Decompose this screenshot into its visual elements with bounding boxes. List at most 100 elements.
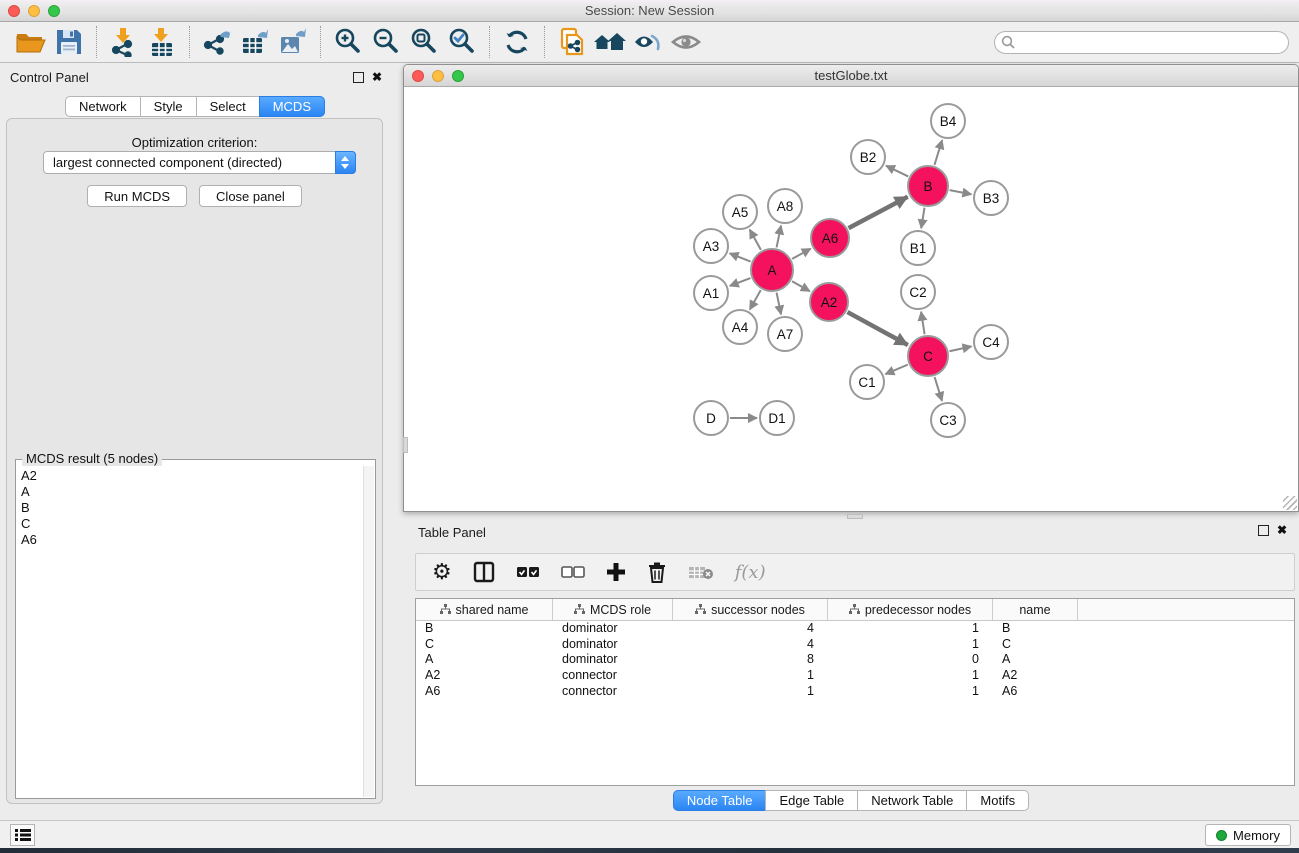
graph-node-B[interactable]: B — [908, 166, 948, 206]
column-header-shared-name[interactable]: shared name — [416, 599, 553, 620]
mcds-result-item[interactable]: B — [21, 500, 363, 516]
hide-panels-button[interactable] — [629, 25, 667, 59]
tab-edge-table[interactable]: Edge Table — [765, 790, 858, 811]
column-header-mcds-role[interactable]: MCDS role — [553, 599, 673, 620]
zoom-fit-button[interactable] — [405, 25, 443, 59]
graph-node-B4[interactable]: B4 — [931, 104, 965, 138]
export-image-icon — [278, 27, 308, 57]
table-cell: connector — [553, 668, 673, 684]
memory-button[interactable]: Memory — [1205, 824, 1291, 846]
graph-node-C4[interactable]: C4 — [974, 325, 1008, 359]
tab-mcds[interactable]: MCDS — [259, 96, 325, 117]
export-image-button[interactable] — [274, 25, 312, 59]
column-header-predecessor-nodes[interactable]: predecessor nodes — [828, 599, 993, 620]
tab-network-table[interactable]: Network Table — [857, 790, 967, 811]
open-folder-icon — [15, 28, 47, 56]
delete-column-button[interactable] — [647, 559, 667, 585]
table-row[interactable]: Cdominator41C — [416, 637, 1294, 653]
table-row[interactable]: A2connector11A2 — [416, 668, 1294, 684]
import-table-button[interactable] — [143, 25, 181, 59]
export-table-icon — [240, 27, 270, 57]
table-row[interactable]: A6connector11A6 — [416, 684, 1294, 700]
close-panel-icon[interactable]: ✖ — [372, 70, 382, 84]
run-mcds-button[interactable]: Run MCDS — [87, 185, 187, 207]
graph-node-A[interactable]: A — [751, 249, 793, 291]
export-table-button[interactable] — [236, 25, 274, 59]
float-panel-icon[interactable] — [1258, 525, 1269, 536]
svg-text:A3: A3 — [703, 239, 720, 254]
mcds-result-list[interactable]: A2ABCA6 — [17, 466, 363, 797]
mcds-result-item[interactable]: A6 — [21, 532, 363, 548]
splitter-grip[interactable] — [403, 437, 408, 453]
task-history-button[interactable] — [10, 824, 35, 846]
float-panel-icon[interactable] — [353, 72, 364, 83]
close-panel-icon[interactable]: ✖ — [1277, 523, 1287, 537]
checked-boxes-icon — [516, 565, 540, 579]
select-all-columns-button[interactable] — [516, 559, 540, 585]
status-bar: Memory — [0, 820, 1299, 848]
graph-node-C2[interactable]: C2 — [901, 275, 935, 309]
svg-text:B4: B4 — [940, 114, 957, 129]
search-icon — [1001, 35, 1016, 50]
mcds-result-item[interactable]: A — [21, 484, 363, 500]
zoom-in-button[interactable] — [329, 25, 367, 59]
graph-node-A6[interactable]: A6 — [811, 219, 849, 257]
column-header-name[interactable]: name — [993, 599, 1078, 620]
zoom-out-button[interactable] — [367, 25, 405, 59]
mcds-result-item[interactable]: A2 — [21, 468, 363, 484]
tab-motifs[interactable]: Motifs — [966, 790, 1029, 811]
graph-node-A1[interactable]: A1 — [694, 276, 728, 310]
window-resize-grip[interactable] — [1283, 496, 1297, 510]
svg-text:C2: C2 — [909, 285, 926, 300]
table-settings-button[interactable]: ⚙ — [432, 559, 452, 585]
graph-node-C1[interactable]: C1 — [850, 365, 884, 399]
search-input[interactable] — [994, 31, 1289, 54]
import-network-button[interactable] — [105, 25, 143, 59]
control-panel-title: Control Panel — [10, 70, 89, 85]
graph-node-A5[interactable]: A5 — [723, 195, 757, 229]
show-graphics-details-button[interactable] — [667, 25, 705, 59]
unselect-all-columns-button[interactable] — [561, 559, 585, 585]
gear-icon: ⚙ — [432, 561, 452, 583]
tab-select[interactable]: Select — [196, 96, 260, 117]
graph-node-A3[interactable]: A3 — [694, 229, 728, 263]
graph-node-B2[interactable]: B2 — [851, 140, 885, 174]
graph-node-B3[interactable]: B3 — [974, 181, 1008, 215]
column-header-successor-nodes[interactable]: successor nodes — [673, 599, 828, 620]
column-header-label: name — [1019, 603, 1050, 617]
function-builder-button[interactable]: f(x) — [735, 559, 766, 585]
show-columns-button[interactable] — [473, 559, 495, 585]
list-scrollbar[interactable] — [363, 466, 374, 797]
mcds-result-item[interactable]: C — [21, 516, 363, 532]
graph-node-A2[interactable]: A2 — [810, 283, 848, 321]
graph-node-C[interactable]: C — [908, 336, 948, 376]
splitter-grip[interactable] — [847, 514, 863, 519]
svg-text:B: B — [923, 179, 932, 194]
criterion-dropdown[interactable]: largest connected component (directed) — [43, 151, 356, 174]
create-column-button[interactable] — [606, 559, 626, 585]
export-network-button[interactable] — [198, 25, 236, 59]
open-file-button[interactable] — [12, 25, 50, 59]
graph-node-D1[interactable]: D1 — [760, 401, 794, 435]
graph-node-D[interactable]: D — [694, 401, 728, 435]
graph-node-A4[interactable]: A4 — [723, 310, 757, 344]
zoom-selected-button[interactable] — [443, 25, 481, 59]
delete-table-button[interactable] — [688, 559, 714, 585]
tab-node-table[interactable]: Node Table — [673, 790, 767, 811]
unchecked-boxes-icon — [561, 565, 585, 579]
graph-node-C3[interactable]: C3 — [931, 403, 965, 437]
tab-style[interactable]: Style — [140, 96, 197, 117]
graph-node-B1[interactable]: B1 — [901, 231, 935, 265]
network-canvas[interactable]: A A1 A3 A4 A5 A7 A8 A6 A2 B B1 B2 B3 B4 C C1 C2 C3 C4 D D1 — [404, 87, 1298, 511]
apply-layout-button[interactable] — [498, 25, 536, 59]
home-views-button[interactable] — [591, 25, 629, 59]
tab-network[interactable]: Network — [65, 96, 141, 117]
table-row[interactable]: Bdominator41B — [416, 621, 1294, 637]
close-panel-button[interactable]: Close panel — [199, 185, 302, 207]
save-session-button[interactable] — [50, 25, 88, 59]
graph-node-A8[interactable]: A8 — [768, 189, 802, 223]
table-toolbar: ⚙ — [415, 553, 1295, 591]
duplicate-network-button[interactable] — [553, 25, 591, 59]
table-row[interactable]: Adominator80A — [416, 652, 1294, 668]
graph-node-A7[interactable]: A7 — [768, 317, 802, 351]
